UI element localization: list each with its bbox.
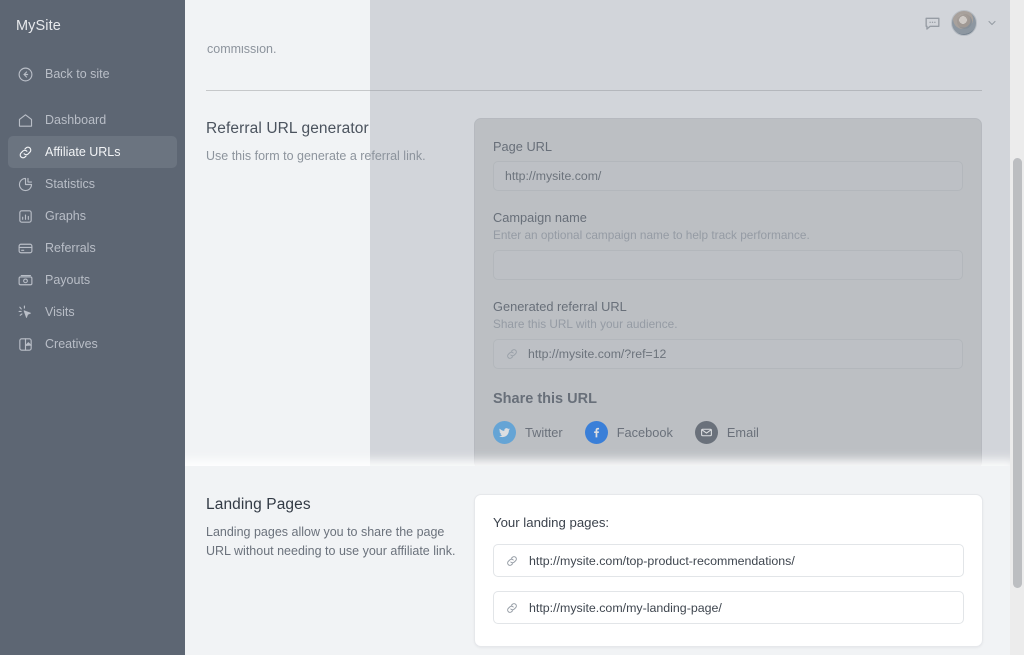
- share-email-button[interactable]: Email: [694, 421, 759, 444]
- sidebar-item-label: Creatives: [45, 337, 98, 351]
- twitter-icon: [493, 421, 516, 444]
- sidebar-item-label: Dashboard: [45, 113, 107, 127]
- sidebar-item-label: Visits: [45, 305, 75, 319]
- landing-page-link-row[interactable]: http://mysite.com/top-product-recommenda…: [493, 544, 964, 577]
- share-buttons-row: Twitter Facebook Email: [493, 421, 963, 444]
- sidebar-item-label: Graphs: [45, 209, 86, 223]
- campaign-name-input[interactable]: [493, 250, 963, 280]
- sidebar-item-statistics[interactable]: Statistics: [8, 168, 177, 200]
- sidebar-item-creatives[interactable]: Creatives: [8, 328, 177, 360]
- sidebar-item-affiliate-urls[interactable]: Affiliate URLs: [8, 136, 177, 168]
- share-twitter-button[interactable]: Twitter: [493, 421, 563, 444]
- referral-url-generator-section: Referral URL generator Use this form to …: [185, 91, 1009, 469]
- avatar[interactable]: [951, 10, 977, 36]
- campaign-name-field-group: Campaign name Enter an optional campaign…: [493, 210, 963, 280]
- landing-pages-description: Landing pages allow you to share the pag…: [206, 525, 456, 559]
- sidebar-item-label: Statistics: [45, 177, 96, 191]
- sidebar-item-graphs[interactable]: Graphs: [8, 200, 177, 232]
- facebook-icon: [584, 421, 608, 444]
- main-content: commission. Referral URL generator Use t…: [185, 0, 1024, 655]
- home-icon: [17, 112, 34, 129]
- landing-page-url: http://mysite.com/my-landing-page/: [529, 600, 722, 615]
- landing-pages-card-title: Your landing pages:: [493, 515, 610, 530]
- page-url-input[interactable]: http://mysite.com/: [493, 161, 963, 191]
- click-cursor-icon: [17, 304, 34, 321]
- generated-url-hint: Share this URL with your audience.: [493, 317, 678, 331]
- app-root: MySite Back to site Dashboard Affiliate …: [0, 0, 1024, 655]
- sidebar-item-back-to-site[interactable]: Back to site: [8, 58, 177, 90]
- page-title: Referral URL generator: [206, 120, 369, 137]
- sidebar-item-referrals[interactable]: Referrals: [8, 232, 177, 264]
- sidebar-brand[interactable]: MySite: [0, 12, 185, 46]
- share-facebook-button[interactable]: Facebook: [584, 421, 673, 444]
- landing-pages-title: Landing Pages: [206, 496, 311, 513]
- landing-section-left: Landing Pages Landing pages allow you to…: [206, 494, 474, 647]
- generated-url-input[interactable]: http://mysite.com/?ref=12: [493, 339, 963, 369]
- campaign-name-label: Campaign name: [493, 210, 587, 225]
- link-icon: [505, 347, 519, 361]
- landing-page-url: http://mysite.com/top-product-recommenda…: [529, 553, 795, 568]
- money-icon: [17, 272, 34, 289]
- sidebar-item-dashboard[interactable]: Dashboard: [8, 104, 177, 136]
- share-this-url-title: Share this URL: [493, 391, 597, 407]
- campaign-name-hint: Enter an optional campaign name to help …: [493, 228, 810, 242]
- pie-chart-icon: [17, 176, 34, 193]
- page-url-field-group: Page URL http://mysite.com/: [493, 139, 963, 191]
- bar-chart-icon: [17, 208, 34, 225]
- referral-form-card: Page URL http://mysite.com/ Campaign nam…: [474, 118, 982, 469]
- generated-url-label: Generated referral URL: [493, 299, 627, 314]
- sidebar-item-label: Payouts: [45, 273, 91, 287]
- email-icon: [694, 421, 718, 444]
- generated-url-field-group: Generated referral URL Share this URL wi…: [493, 299, 963, 369]
- sidebar-nav: Dashboard Affiliate URLs Statistics Grap…: [0, 104, 185, 360]
- link-icon: [17, 144, 34, 161]
- share-label: Email: [726, 425, 759, 440]
- referral-section-description: Use this form to generate a referral lin…: [206, 149, 426, 163]
- landing-page-link-row[interactable]: http://mysite.com/my-landing-page/: [493, 591, 964, 624]
- sidebar-item-label: Referrals: [45, 241, 96, 255]
- sidebar-item-visits[interactable]: Visits: [8, 296, 177, 328]
- link-icon: [505, 601, 519, 615]
- link-icon: [505, 554, 519, 568]
- landing-pages-section: Landing Pages Landing pages allow you to…: [185, 466, 1010, 655]
- sidebar: MySite Back to site Dashboard Affiliate …: [0, 0, 185, 655]
- topbar: [185, 0, 1024, 46]
- referral-section-left: Referral URL generator Use this form to …: [206, 118, 474, 469]
- scrollbar-thumb[interactable]: [1013, 158, 1022, 588]
- sidebar-item-payouts[interactable]: Payouts: [8, 264, 177, 296]
- credit-card-icon: [17, 240, 34, 257]
- sidebar-item-label: Affiliate URLs: [45, 145, 121, 159]
- page-url-label: Page URL: [493, 139, 553, 154]
- chevron-down-icon[interactable]: [986, 17, 998, 29]
- image-icon: [17, 336, 34, 353]
- arrow-left-circle-icon: [17, 66, 34, 83]
- share-label: Facebook: [616, 425, 673, 440]
- chat-bubble-icon[interactable]: [923, 14, 942, 33]
- sidebar-item-label: Back to site: [45, 67, 110, 81]
- share-label: Twitter: [525, 425, 563, 440]
- landing-pages-card: Your landing pages: http://mysite.com/to…: [474, 494, 983, 647]
- generated-url-value: http://mysite.com/?ref=12: [528, 347, 667, 361]
